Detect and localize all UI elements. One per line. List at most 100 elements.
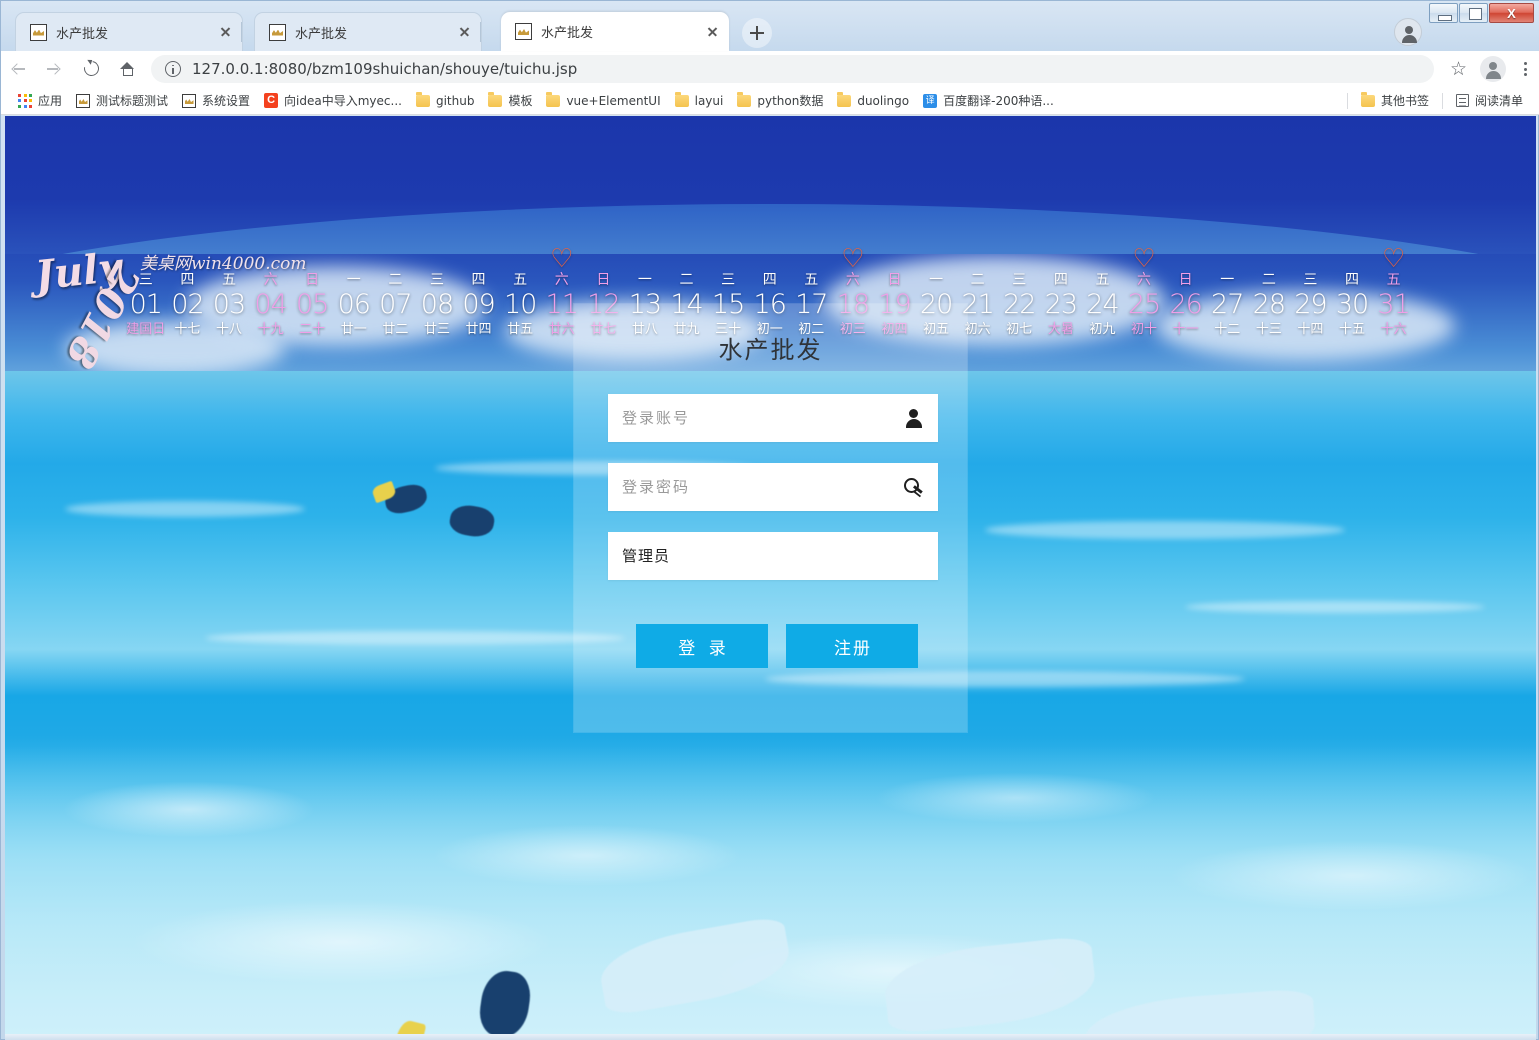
close-icon[interactable] — [703, 23, 721, 41]
bookmark-system-settings[interactable]: 系统设置 — [175, 89, 257, 113]
bookmark-other-bookmarks[interactable]: 其他书签 — [1354, 89, 1436, 113]
bookmark-github[interactable]: github — [409, 89, 481, 113]
apps-grid-icon — [18, 93, 32, 108]
calendar-weekday: 二 — [970, 272, 985, 288]
calendar-lunar-label: 廿一 — [340, 322, 367, 337]
calendar-day: 四 02 十七 — [167, 271, 209, 339]
bookmark-label: 阅读清单 — [1474, 94, 1523, 108]
bookmark-vue-elementui[interactable]: vue+ElementUI — [539, 89, 667, 113]
calendar-weekday: 日 — [887, 272, 902, 288]
reload-button[interactable] — [73, 51, 109, 87]
folder-icon — [837, 92, 852, 107]
calendar-day: 日 05 二十 — [291, 271, 333, 339]
bookmark-template[interactable]: 模板 — [481, 89, 539, 113]
calendar-day: 五 10 廿五 — [499, 271, 541, 339]
seabed-background — [5, 746, 1536, 1034]
tab-title: 水产批发 — [56, 26, 109, 42]
bookmark-label: 测试标题测试 — [96, 94, 169, 108]
star-icon: ☆ — [1450, 59, 1468, 80]
page-title: 水产批发 — [718, 336, 823, 364]
bookmark-python-data[interactable]: python数据 — [730, 89, 830, 113]
calendar-day: 三 29 十四 — [1290, 271, 1332, 339]
close-icon[interactable] — [216, 23, 234, 41]
password-field[interactable] — [608, 463, 938, 511]
login-card: 水产批发 管理员 登 录 注册 — [574, 304, 967, 732]
calendar-weekday: 四 — [1053, 272, 1068, 288]
calendar-weekday: 四 — [471, 272, 486, 288]
bookmark-star-button[interactable]: ☆ — [1442, 51, 1476, 87]
bookmark-baidu-translate[interactable]: 译 百度翻译-200种语... — [916, 89, 1061, 113]
calendar-weekday: 五 — [804, 272, 819, 288]
heart-icon: ♡ — [1381, 243, 1406, 273]
calendar-lunar-label: 十四 — [1297, 322, 1324, 337]
calendar-lunar-label: 十二 — [1214, 322, 1241, 337]
role-field[interactable]: 管理员 — [608, 532, 938, 580]
calendar-weekday: 日 — [305, 272, 320, 288]
three-dot-menu-icon[interactable] — [1510, 51, 1539, 87]
password-input[interactable] — [622, 478, 902, 496]
browser-tab-2[interactable]: 水产批发 — [254, 12, 482, 51]
bookmark-test-title[interactable]: 测试标题测试 — [69, 89, 175, 113]
calendar-date-number: 27 — [1211, 289, 1244, 320]
bookmark-label: 向idea中导入myec... — [284, 94, 402, 108]
back-button[interactable] — [1, 51, 37, 87]
calendar-weekday: 一 — [637, 272, 652, 288]
bookmark-label: 应用 — [38, 94, 63, 108]
calendar-date-number: 02 — [171, 289, 204, 320]
calendar-day: 二 28 十三 — [1248, 271, 1290, 339]
folder-icon — [737, 92, 752, 107]
c-letter-icon: C — [264, 93, 279, 108]
avatar[interactable] — [1480, 56, 1506, 82]
role-select[interactable]: 管理员 — [622, 547, 924, 565]
home-button[interactable] — [109, 51, 145, 87]
calendar-weekday: 六 — [554, 272, 569, 288]
calendar-weekday: 一 — [929, 272, 944, 288]
calendar-weekday: 五 — [1386, 272, 1401, 288]
divider — [1441, 92, 1443, 109]
forward-button[interactable] — [37, 51, 73, 87]
bookmark-apps[interactable]: 应用 — [11, 89, 69, 113]
heart-icon: ♡ — [550, 243, 574, 273]
close-icon[interactable] — [455, 23, 473, 41]
calendar-day: 一 06 廿一 — [333, 271, 375, 339]
account-field[interactable] — [608, 394, 938, 442]
calendar-weekday: 一 — [1220, 272, 1235, 288]
bookmarks-bar: 应用 测试标题测试 系统设置 C 向idea中导入myec... github … — [1, 87, 1539, 115]
calendar-lunar-label: 十三 — [1255, 322, 1282, 337]
calendar-date-number: 24 — [1086, 289, 1119, 320]
account-input[interactable] — [622, 409, 902, 427]
new-tab-button[interactable] — [742, 18, 772, 48]
info-circle-icon[interactable] — [165, 61, 181, 77]
address-bar[interactable]: 127.0.0.1:8080/bzm109shuichan/shouye/tui… — [151, 55, 1434, 83]
calendar-weekday: 三 — [429, 272, 444, 288]
bookmark-layui[interactable]: layui — [668, 89, 731, 113]
calendar-date-number: 06 — [337, 289, 371, 320]
register-button[interactable]: 注册 — [786, 624, 918, 668]
bookmark-idea-myeclipse[interactable]: C 向idea中导入myec... — [257, 89, 409, 113]
translate-icon: 译 — [923, 93, 938, 108]
calendar-date-number: 10 — [503, 289, 537, 320]
calendar-weekday: 二 — [1261, 272, 1276, 288]
minimize-button[interactable] — [1429, 3, 1458, 23]
browser-window: 水产批发 水产批发 水产批发 X 127.0.0.1:8080/bzm109sh… — [0, 0, 1539, 1040]
close-button[interactable]: X — [1489, 3, 1534, 23]
calendar-banner — [5, 116, 1536, 254]
bookmark-label: github — [435, 93, 475, 108]
login-button[interactable]: 登 录 — [636, 624, 768, 668]
maximize-button[interactable] — [1459, 3, 1488, 23]
window-profile-icon[interactable] — [1394, 18, 1422, 46]
calendar-weekday: 六 — [263, 272, 278, 288]
calendar-weekday: 三 — [721, 272, 736, 288]
calendar-lunar-label: 初九 — [1089, 322, 1116, 337]
calendar-lunar-label: 十五 — [1339, 322, 1366, 337]
reading-list-button[interactable]: 阅读清单 — [1449, 89, 1530, 113]
browser-toolbar: 127.0.0.1:8080/bzm109shuichan/shouye/tui… — [1, 51, 1539, 87]
calendar-date-number: 04 — [254, 289, 287, 320]
calendar-day: 三 22 初七 — [998, 271, 1040, 339]
bookmark-label: layui — [694, 93, 724, 108]
browser-tab-3-active[interactable]: 水产批发 — [501, 12, 729, 51]
browser-tab-1[interactable]: 水产批发 — [15, 12, 243, 51]
calendar-lunar-label: 十一 — [1172, 322, 1199, 337]
bookmark-duolingo[interactable]: duolingo — [830, 89, 916, 113]
calendar-weekday: 三 — [1303, 272, 1318, 288]
